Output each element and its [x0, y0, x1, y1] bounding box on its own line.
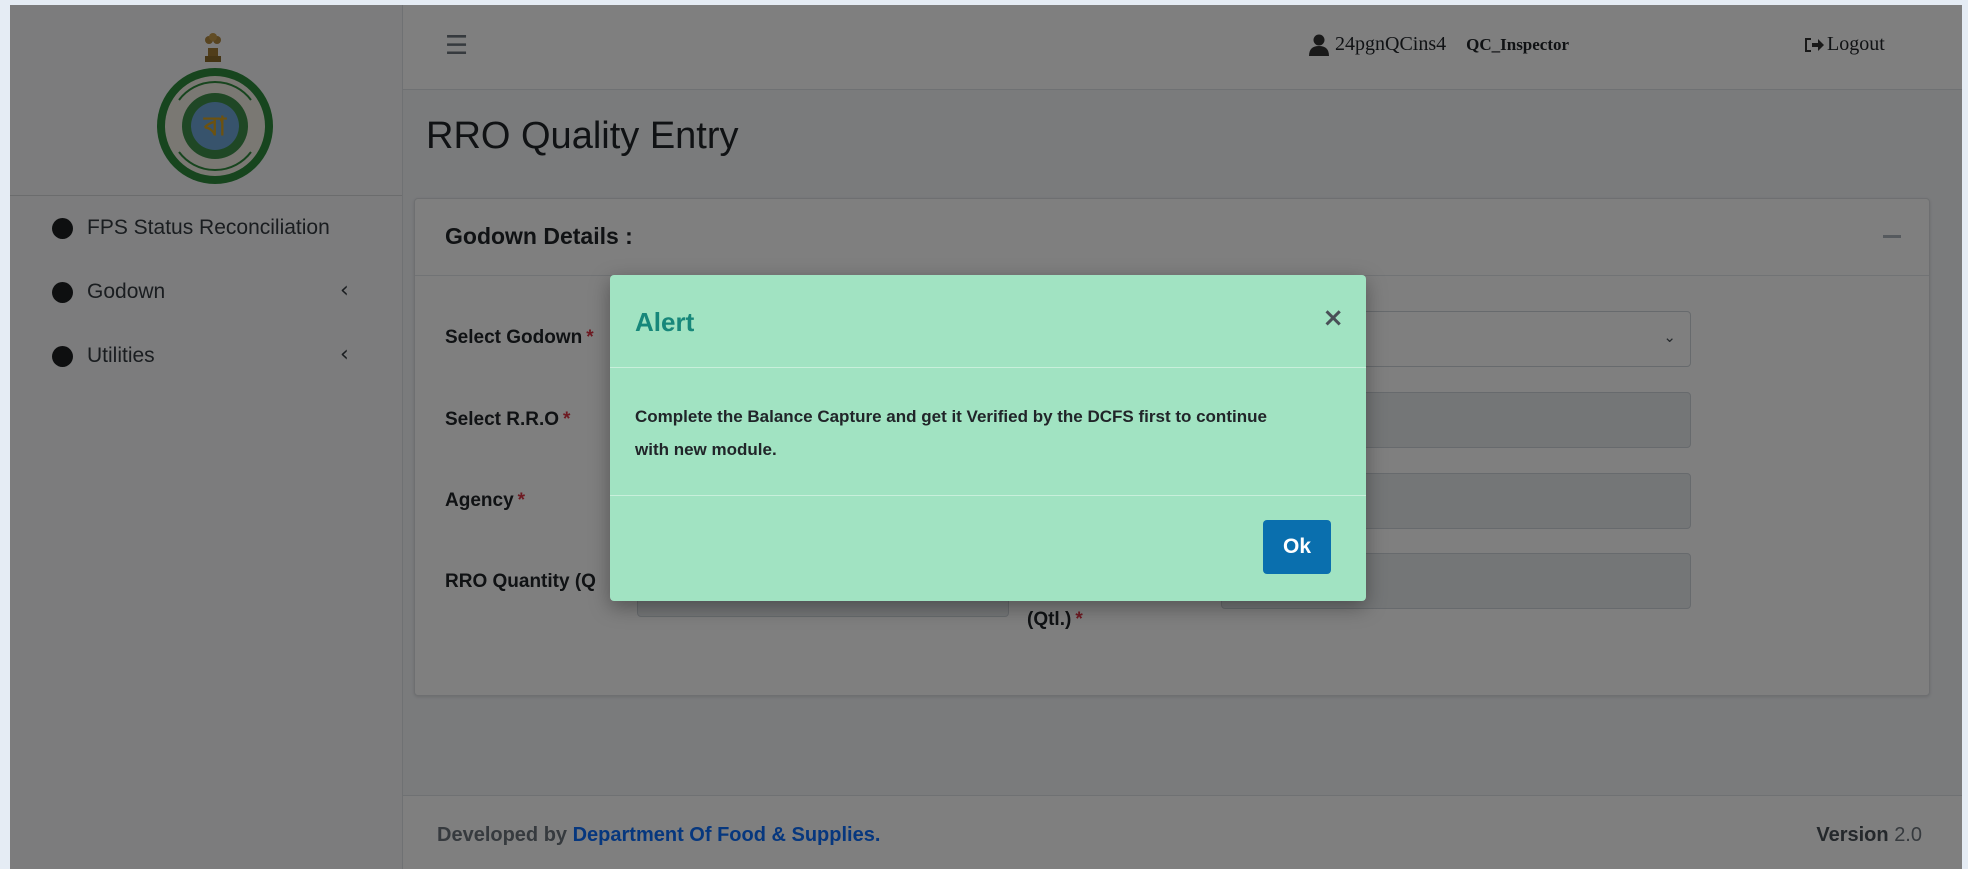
app-window: বা FPS Status Reconciliation Godown ‹ Ut…: [10, 5, 1962, 869]
ok-button[interactable]: Ok: [1263, 520, 1331, 574]
modal-header: Alert ×: [610, 275, 1366, 368]
modal-title: Alert: [635, 307, 695, 337]
alert-modal: Alert × Complete the Balance Capture and…: [610, 275, 1366, 601]
modal-message-line-1: Complete the Balance Capture and get it …: [635, 407, 1267, 426]
modal-message-line-2: with new module.: [635, 440, 777, 459]
modal-footer: Ok: [610, 495, 1366, 602]
modal-body: Complete the Balance Capture and get it …: [635, 400, 1335, 466]
close-icon[interactable]: ×: [1322, 303, 1344, 333]
